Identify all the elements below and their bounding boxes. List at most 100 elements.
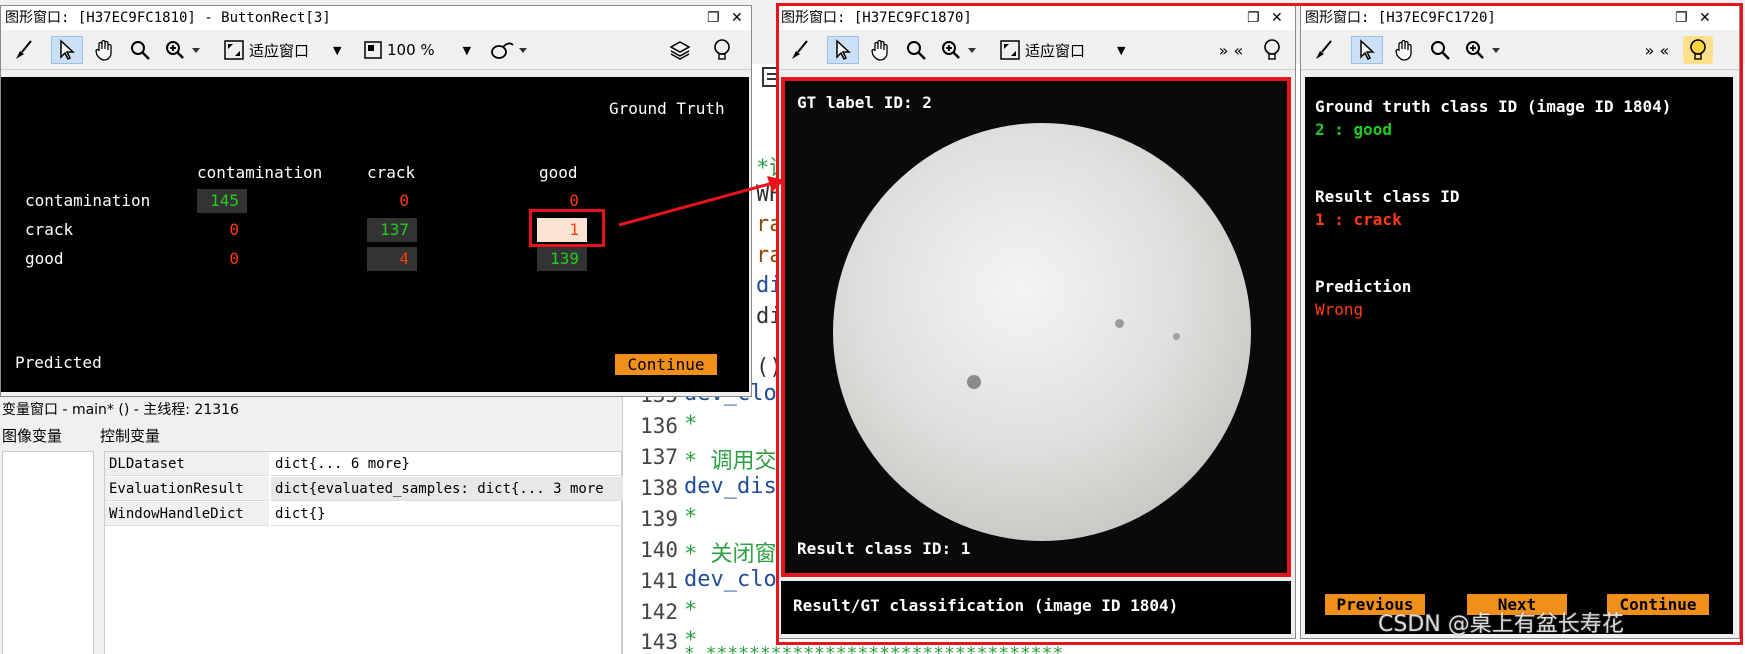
lightbulb-icon[interactable] [1257, 36, 1287, 64]
matrix-cell: 4 [367, 247, 417, 271]
chevron-down-icon: ▼ [333, 43, 342, 57]
clear-brush-icon[interactable] [1309, 36, 1339, 64]
layers-icon[interactable] [665, 36, 695, 64]
zoom-level-dropdown[interactable]: 100 % ▼ [363, 36, 473, 64]
clear-brush-icon[interactable] [785, 36, 815, 64]
restore-icon[interactable]: ❐ [707, 6, 720, 30]
result-class-value: 1 : crack [1315, 210, 1402, 229]
magnifier-icon[interactable] [125, 36, 155, 64]
window-toolbar: » « [1301, 30, 1739, 70]
variable-panel: 变量窗口 - main* () - 主线程: 21316 图像变量 控制变量 D… [0, 396, 623, 654]
highlight-box [529, 209, 605, 247]
clear-brush-icon[interactable] [9, 36, 39, 64]
code-line[interactable]: dev_dis [684, 474, 777, 499]
defect-spot [967, 375, 981, 389]
control-variable-list[interactable]: DLDataset dict{... 6 more} EvaluationRes… [104, 451, 623, 654]
image-variable-list[interactable] [2, 451, 94, 654]
variable-value[interactable]: dict{} [271, 502, 623, 526]
toolbar-overflow-icon[interactable]: » « [1637, 36, 1677, 64]
tab-image-variables[interactable]: 图像变量 [2, 425, 62, 446]
graphics-window-2: 图形窗口: [H37EC9FC1870] ❐ ✕ 适应窗口 ▼ » « GT l… [776, 5, 1296, 639]
chevron-down-icon: ▼ [1117, 43, 1126, 57]
pan-hand-icon[interactable] [1389, 36, 1419, 64]
line-number: 139 [640, 507, 678, 531]
window-titlebar[interactable]: 图形窗口: [H37EC9FC1810] - ButtonRect[3] ❐ ✕ [1, 6, 751, 30]
annotation-arrow [618, 176, 785, 227]
column-header: contamination [197, 163, 323, 182]
variable-panel-title: 变量窗口 - main* () - 主线程: 21316 [2, 402, 239, 418]
variable-name[interactable]: EvaluationResult [105, 477, 269, 501]
lightbulb-icon[interactable] [707, 36, 737, 64]
variable-value[interactable]: dict{... 6 more} [271, 452, 623, 476]
row-header: good [25, 249, 64, 268]
row-header: contamination [25, 191, 151, 210]
defect-spot [1173, 333, 1180, 340]
line-number: 138 [640, 476, 678, 500]
fit-window-dropdown[interactable]: 适应窗口 ▼ [223, 36, 353, 64]
line-number: 142 [640, 600, 678, 624]
window-titlebar[interactable]: 图形窗口: [H37EC9FC1870] ❐ ✕ [777, 6, 1295, 30]
toolbar-overflow-icon[interactable]: » « [1211, 36, 1251, 64]
magnifier-icon[interactable] [1425, 36, 1455, 64]
confusion-matrix-canvas[interactable]: Ground Truth contamination crack good co… [1, 77, 749, 392]
result-canvas[interactable]: Ground truth class ID (image ID 1804) 2 … [1305, 77, 1733, 634]
classification-caption: Result/GT classification (image ID 1804) [793, 596, 1179, 615]
variable-name[interactable]: DLDataset [105, 452, 269, 476]
pill-image [833, 123, 1251, 541]
code-line[interactable]: * [684, 412, 697, 437]
close-icon[interactable]: ✕ [1699, 6, 1711, 30]
draw-shape-icon[interactable] [487, 36, 533, 64]
variable-value[interactable]: dict{evaluated_samples: dict{... 3 more [271, 477, 623, 501]
matrix-cell: 137 [367, 218, 417, 242]
code-line[interactable]: * [684, 598, 697, 623]
line-number: 140 [640, 538, 678, 562]
magnifier-icon[interactable] [901, 36, 931, 64]
fit-window-dropdown[interactable]: 适应窗口 ▼ [999, 36, 1139, 64]
code-line[interactable]: * 关闭窗 [684, 536, 777, 568]
caption-area: Result/GT classification (image ID 1804) [781, 581, 1291, 634]
variable-name[interactable]: WindowHandleDict [105, 502, 269, 526]
pointer-icon[interactable] [1351, 36, 1383, 64]
graphics-window-3: 图形窗口: [H37EC9FC1720] ❐ ✕ » « Ground trut… [1300, 5, 1740, 639]
prediction-value: Wrong [1315, 300, 1364, 319]
window-toolbar: 适应窗口 ▼ » « [777, 30, 1295, 70]
window-title: 图形窗口: [H37EC9FC1870] [781, 10, 972, 26]
code-line[interactable]: dev_clo [684, 567, 777, 592]
restore-icon[interactable]: ❐ [1247, 6, 1260, 30]
result-class-heading: Result class ID [1315, 187, 1460, 206]
gt-class-value: 2 : good [1315, 120, 1393, 139]
column-header: good [539, 163, 578, 182]
matrix-cell: 0 [399, 191, 409, 210]
predicted-label: Predicted [15, 353, 102, 372]
fit-window-label: 适应窗口 [249, 41, 310, 60]
code-line-stars[interactable]: * ********************************* [684, 643, 1063, 654]
continue-button[interactable]: Continue [615, 354, 717, 375]
code-line[interactable]: * 调用交 [684, 443, 777, 475]
gt-label-text: GT label ID: 2 [797, 93, 932, 112]
zoom-in-icon[interactable] [161, 36, 207, 64]
lightbulb-icon[interactable] [1683, 36, 1713, 64]
pointer-icon[interactable] [51, 36, 83, 64]
code-line[interactable]: * [684, 505, 697, 530]
tab-control-variables[interactable]: 控制变量 [100, 425, 160, 446]
line-number: 143 [640, 630, 678, 654]
pan-hand-icon[interactable] [865, 36, 895, 64]
window-titlebar[interactable]: 图形窗口: [H37EC9FC1720] ❐ ✕ [1301, 6, 1739, 30]
zoom-in-icon[interactable] [937, 36, 983, 64]
line-number: 141 [640, 569, 678, 593]
restore-icon[interactable]: ❐ [1675, 6, 1688, 30]
fit-window-label: 适应窗口 [1025, 41, 1086, 60]
zoom-in-icon[interactable] [1461, 36, 1507, 64]
ground-truth-label: Ground Truth [609, 99, 725, 118]
image-canvas[interactable]: GT label ID: 2 Result class ID: 1 [789, 85, 1283, 569]
window-title: 图形窗口: [H37EC9FC1810] - ButtonRect[3] [5, 10, 331, 26]
column-header: crack [367, 163, 416, 182]
close-icon[interactable]: ✕ [1271, 6, 1283, 30]
defect-spot [1115, 319, 1124, 328]
window-title: 图形窗口: [H37EC9FC1720] [1305, 10, 1496, 26]
close-icon[interactable]: ✕ [731, 6, 743, 30]
pointer-icon[interactable] [827, 36, 859, 64]
zoom-level-label: 100 % [387, 41, 435, 59]
pan-hand-icon[interactable] [89, 36, 119, 64]
prediction-heading: Prediction [1315, 277, 1412, 296]
